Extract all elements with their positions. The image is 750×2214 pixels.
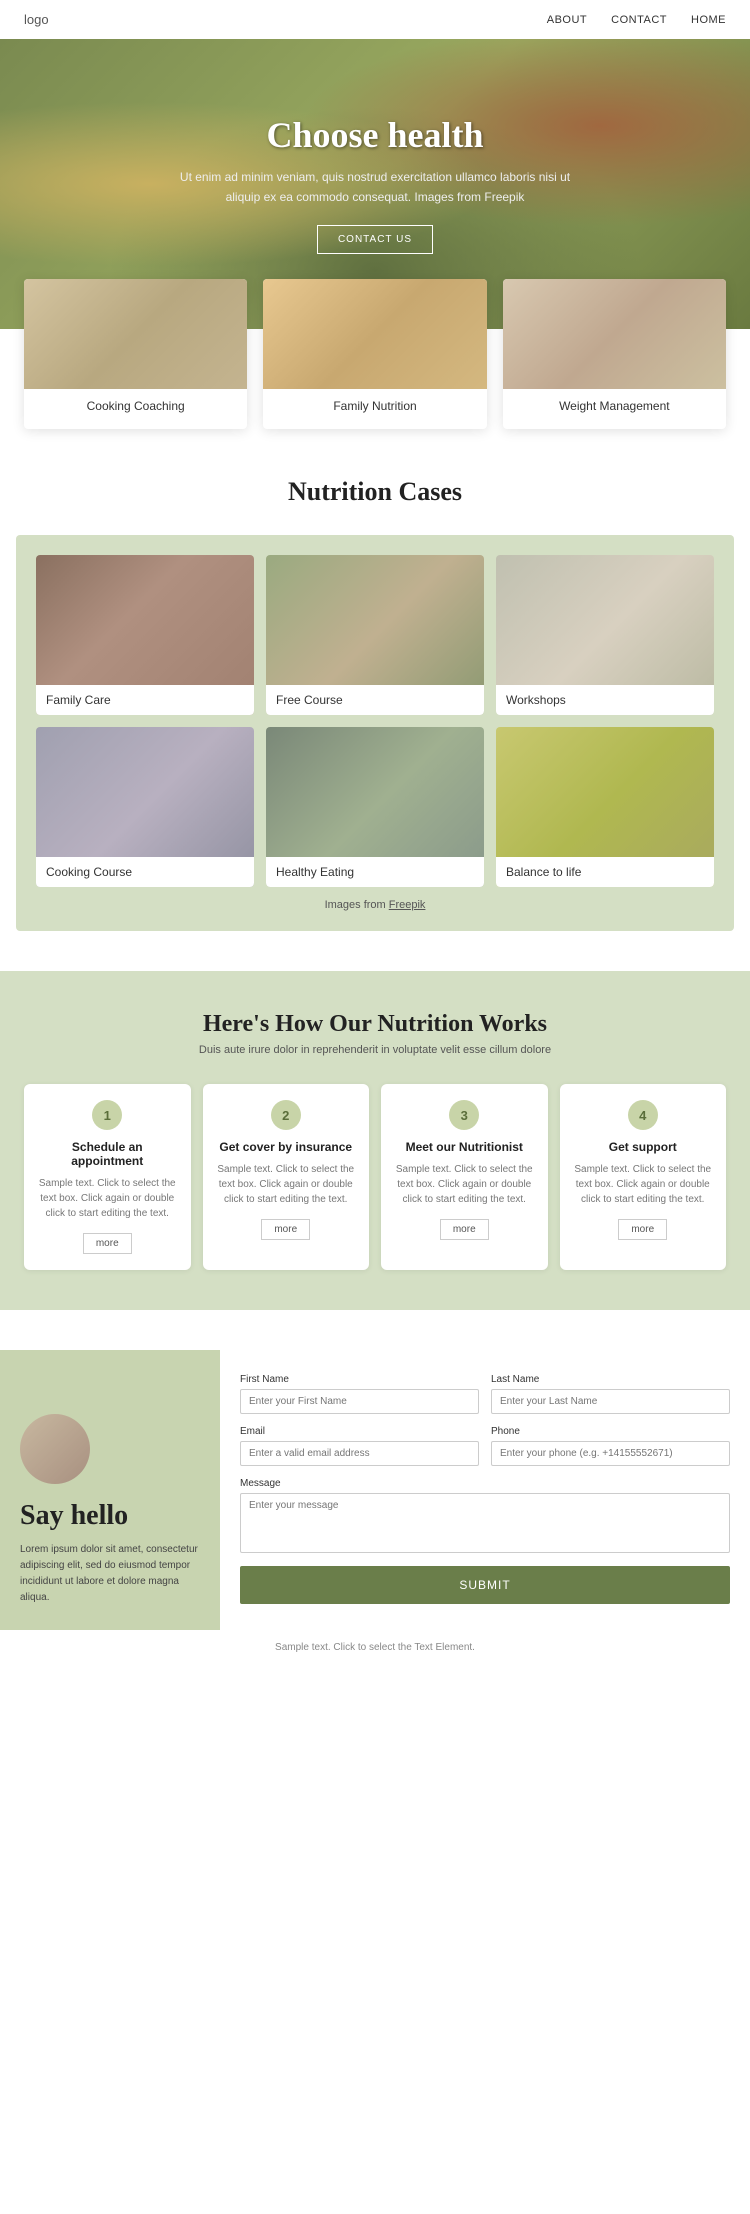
step-title-2: Get cover by insurance [215, 1140, 358, 1154]
step-more-button-1[interactable]: more [83, 1233, 132, 1254]
case-card-free-course[interactable]: Free Course [266, 555, 484, 715]
case-card-balance-to-life[interactable]: Balance to life [496, 727, 714, 887]
footer-note: Sample text. Click to select the Text El… [0, 1630, 750, 1665]
step-text-2: Sample text. Click to select the text bo… [215, 1162, 358, 1207]
cases-grid: Family Care Free Course Workshops Cookin… [16, 535, 734, 931]
case-card-workshops[interactable]: Workshops [496, 555, 714, 715]
submit-button[interactable]: SUBMIT [240, 1566, 730, 1604]
service-card-label-2: Family Nutrition [263, 399, 486, 413]
nav-contact[interactable]: CONTACT [611, 14, 667, 26]
nutrition-title: Nutrition Cases [16, 477, 734, 507]
case-label-3: Workshops [496, 685, 714, 715]
service-card-label-3: Weight Management [503, 399, 726, 413]
nav-home[interactable]: HOME [691, 14, 726, 26]
last-name-label: Last Name [491, 1374, 730, 1385]
phone-group: Phone [491, 1426, 730, 1466]
case-card-cooking-course[interactable]: Cooking Course [36, 727, 254, 887]
form-row-contact: Email Phone [240, 1426, 730, 1466]
contact-left-panel: Say hello Lorem ipsum dolor sit amet, co… [0, 1350, 220, 1630]
first-name-label: First Name [240, 1374, 479, 1385]
hero-description: Ut enim ad minim veniam, quis nostrud ex… [165, 168, 585, 206]
step-text-4: Sample text. Click to select the text bo… [572, 1162, 715, 1207]
service-card-label-1: Cooking Coaching [24, 399, 247, 413]
step-title-3: Meet our Nutritionist [393, 1140, 536, 1154]
navigation: logo ABOUT CONTACT HOME [0, 0, 750, 39]
how-step-2: 2 Get cover by insurance Sample text. Cl… [203, 1084, 370, 1270]
how-step-1: 1 Schedule an appointment Sample text. C… [24, 1084, 191, 1270]
case-label-1: Family Care [36, 685, 254, 715]
step-more-button-4[interactable]: more [618, 1219, 667, 1240]
case-card-healthy-eating[interactable]: Healthy Eating [266, 727, 484, 887]
contact-greeting: Say hello [20, 1500, 128, 1532]
service-card-image-1 [24, 279, 247, 389]
cases-row-2: Cooking Course Healthy Eating Balance to… [36, 727, 714, 887]
nav-links: ABOUT CONTACT HOME [547, 14, 726, 26]
step-num-2: 2 [271, 1100, 301, 1130]
case-label-2: Free Course [266, 685, 484, 715]
how-title: Here's How Our Nutrition Works [24, 1011, 726, 1038]
step-title-4: Get support [572, 1140, 715, 1154]
form-row-name: First Name Last Name [240, 1374, 730, 1414]
service-cards: Cooking Coaching Family Nutrition Weight… [0, 279, 750, 429]
hero-title: Choose health [165, 114, 585, 156]
phone-label: Phone [491, 1426, 730, 1437]
email-label: Email [240, 1426, 479, 1437]
service-card-weight-management: Weight Management [503, 279, 726, 429]
contact-section: Say hello Lorem ipsum dolor sit amet, co… [0, 1350, 750, 1630]
step-more-button-2[interactable]: more [261, 1219, 310, 1240]
logo: logo [24, 12, 49, 27]
step-text-3: Sample text. Click to select the text bo… [393, 1162, 536, 1207]
email-input[interactable] [240, 1441, 479, 1466]
case-label-6: Balance to life [496, 857, 714, 887]
how-section: Here's How Our Nutrition Works Duis aute… [0, 971, 750, 1310]
first-name-input[interactable] [240, 1389, 479, 1414]
step-more-button-3[interactable]: more [440, 1219, 489, 1240]
step-title-1: Schedule an appointment [36, 1140, 179, 1168]
last-name-group: Last Name [491, 1374, 730, 1414]
message-group: Message [240, 1478, 730, 1558]
nav-about[interactable]: ABOUT [547, 14, 587, 26]
first-name-group: First Name [240, 1374, 479, 1414]
contact-form-panel: First Name Last Name Email Phone Message… [220, 1350, 750, 1630]
contact-avatar [20, 1414, 90, 1484]
service-card-image-3 [503, 279, 726, 389]
case-label-4: Cooking Course [36, 857, 254, 887]
freepik-link[interactable]: Freepik [389, 899, 426, 911]
case-card-family-care[interactable]: Family Care [36, 555, 254, 715]
case-label-5: Healthy Eating [266, 857, 484, 887]
how-step-3: 3 Meet our Nutritionist Sample text. Cli… [381, 1084, 548, 1270]
last-name-input[interactable] [491, 1389, 730, 1414]
freepik-attribution: Images from Freepik [36, 899, 714, 911]
message-input[interactable] [240, 1493, 730, 1553]
hero-cta-button[interactable]: CONTACT US [317, 225, 433, 254]
step-num-3: 3 [449, 1100, 479, 1130]
email-group: Email [240, 1426, 479, 1466]
step-num-4: 4 [628, 1100, 658, 1130]
hero-content: Choose health Ut enim ad minim veniam, q… [165, 114, 585, 253]
step-num-1: 1 [92, 1100, 122, 1130]
contact-description: Lorem ipsum dolor sit amet, consectetur … [20, 1542, 200, 1606]
step-text-1: Sample text. Click to select the text bo… [36, 1176, 179, 1221]
how-subtitle: Duis aute irure dolor in reprehenderit i… [24, 1044, 726, 1056]
phone-input[interactable] [491, 1441, 730, 1466]
how-step-4: 4 Get support Sample text. Click to sele… [560, 1084, 727, 1270]
message-label: Message [240, 1478, 730, 1489]
how-steps: 1 Schedule an appointment Sample text. C… [24, 1084, 726, 1270]
cases-row-1: Family Care Free Course Workshops [36, 555, 714, 715]
nutrition-section: Nutrition Cases Family Care Free Course … [0, 477, 750, 931]
service-card-cooking-coaching: Cooking Coaching [24, 279, 247, 429]
service-card-family-nutrition: Family Nutrition [263, 279, 486, 429]
service-card-image-2 [263, 279, 486, 389]
